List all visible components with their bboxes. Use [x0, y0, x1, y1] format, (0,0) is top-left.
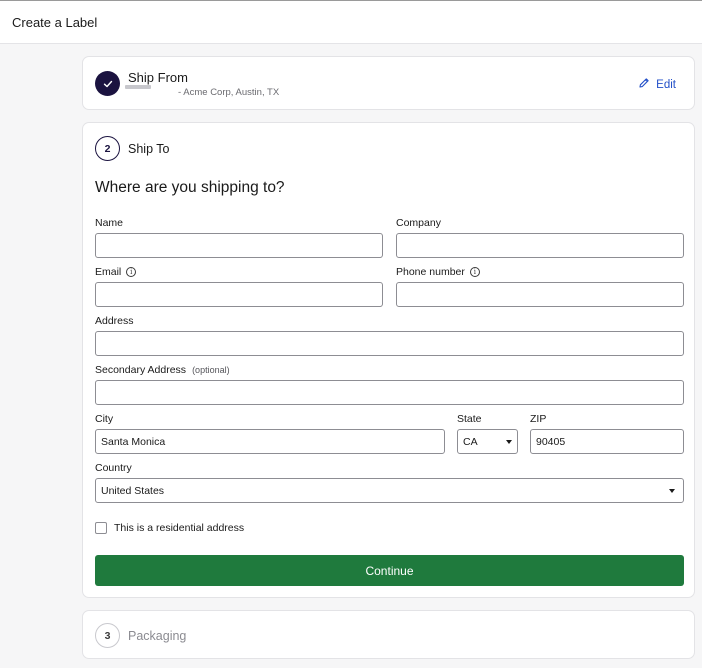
- packaging-title: Packaging: [128, 629, 187, 643]
- email-input[interactable]: [95, 282, 383, 307]
- address-label-text: Address: [95, 315, 134, 327]
- residential-address-option: This is a residential address: [95, 522, 244, 534]
- ship-to-heading: Where are you shipping to?: [95, 179, 285, 196]
- check-icon: [95, 71, 120, 96]
- state-label-text: State: [457, 413, 482, 425]
- ship-from-card: Ship From - Acme Corp, Austin, TX Edit: [82, 56, 695, 110]
- state-label: State: [457, 413, 482, 425]
- chevron-down-icon: [669, 488, 675, 493]
- step-number-badge: 2: [95, 136, 120, 161]
- page-title: Create a Label: [12, 15, 98, 30]
- secondary-address-label-text: Secondary Address: [95, 364, 187, 376]
- name-label: Name: [95, 217, 123, 229]
- country-value: United States: [101, 484, 165, 497]
- ship-from-address: - Acme Corp, Austin, TX: [178, 87, 280, 98]
- email-label: Email i: [95, 266, 137, 278]
- step-number-badge: 3: [95, 623, 120, 648]
- info-icon[interactable]: i: [126, 267, 137, 277]
- phone-input[interactable]: [396, 282, 684, 307]
- email-label-text: Email: [95, 266, 122, 278]
- zip-label-text: ZIP: [530, 413, 547, 425]
- continue-button[interactable]: Continue: [95, 555, 684, 586]
- chevron-down-icon: [506, 439, 512, 444]
- zip-label: ZIP: [530, 413, 546, 425]
- packaging-card: 3 Packaging: [82, 610, 695, 659]
- company-label: Company: [396, 217, 441, 229]
- info-icon[interactable]: i: [469, 267, 480, 277]
- address-input[interactable]: [95, 331, 684, 356]
- residential-label: This is a residential address: [114, 522, 245, 534]
- residential-checkbox[interactable]: [95, 522, 107, 534]
- company-input[interactable]: [396, 233, 684, 258]
- secondary-address-label: Secondary Address (optional): [95, 364, 230, 376]
- name-label-text: Name: [95, 217, 124, 229]
- city-label-text: City: [95, 413, 114, 425]
- city-label: City: [95, 413, 113, 425]
- edit-label: Edit: [656, 78, 676, 91]
- top-bar: Create a Label: [0, 0, 702, 44]
- country-label-text: Country: [95, 462, 132, 474]
- state-value: CA: [463, 435, 478, 448]
- ship-to-title: Ship To: [128, 142, 170, 156]
- country-label: Country: [95, 462, 132, 474]
- edit-ship-from-button[interactable]: Edit: [638, 77, 676, 92]
- zip-input[interactable]: [530, 429, 684, 454]
- company-label-text: Company: [396, 217, 441, 229]
- country-select[interactable]: United States: [95, 478, 684, 503]
- optional-hint: (optional): [192, 365, 230, 375]
- redacted-sender-name: [125, 85, 151, 89]
- phone-label: Phone number i: [396, 266, 480, 278]
- address-label: Address: [95, 315, 134, 327]
- state-select[interactable]: CA: [457, 429, 518, 454]
- phone-label-text: Phone number: [396, 266, 465, 278]
- ship-to-card: 2 Ship To Where are you shipping to? Nam…: [82, 122, 695, 598]
- secondary-address-input[interactable]: [95, 380, 684, 405]
- name-input[interactable]: [95, 233, 383, 258]
- pencil-icon: [638, 77, 650, 92]
- ship-from-title: Ship From: [128, 70, 188, 85]
- city-input[interactable]: [95, 429, 445, 454]
